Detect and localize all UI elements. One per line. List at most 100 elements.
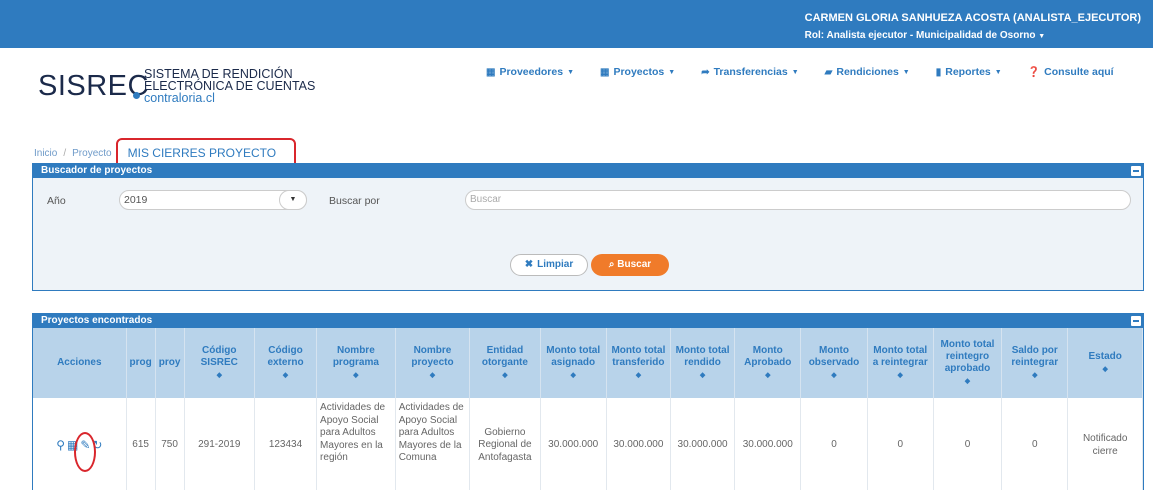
col-header[interactable]: Saldo por reintegrar ◆ (1001, 328, 1069, 398)
search-panel-title: Buscador de proyectos (41, 165, 153, 176)
col-header[interactable]: Entidad otorgante ◆ (469, 328, 541, 398)
cell-entidad: Gobierno Regional de Antofagasta (469, 398, 541, 490)
user-name: CARMEN GLORIA SANHUEZA ACOSTA (ANALISTA_… (804, 12, 1141, 24)
user-role-dropdown[interactable]: Rol: Analista ejecutor - Municipalidad d… (805, 28, 1141, 45)
search-icon[interactable]: ⚲ (56, 439, 65, 452)
nav-label: Proveedores (499, 66, 564, 78)
cell-observado: 0 (800, 398, 868, 490)
sort-icon: ◆ (429, 371, 436, 379)
top-bar: CARMEN GLORIA SANHUEZA ACOSTA (ANALISTA_… (0, 0, 1153, 48)
collapse-icon[interactable] (1131, 166, 1141, 176)
col-header-label: Entidad otorgante (481, 344, 528, 368)
col-header-label: Estado (1088, 350, 1122, 362)
nav-label: Proyectos (613, 66, 665, 78)
col-header-label: prog (129, 357, 152, 368)
col-header-label: Nombre proyecto (411, 344, 454, 368)
col-header[interactable]: Acciones (33, 328, 127, 398)
col-header[interactable]: Monto Aprobado ◆ (734, 328, 802, 398)
col-header-label: Monto total a reintegrar (872, 344, 928, 368)
chevron-down-icon[interactable]: ▼ (279, 190, 307, 210)
col-header-label: Monto total reintegro aprobado (940, 338, 995, 374)
chevron-down-icon: ▼ (994, 68, 1002, 76)
col-header[interactable]: Nombre proyecto ◆ (395, 328, 471, 398)
nav-rendiciones[interactable]: ▰ Rendiciones ▼ (825, 66, 910, 78)
chevron-down-icon: ▼ (791, 68, 799, 76)
sort-icon: ◆ (964, 377, 971, 385)
col-header[interactable]: Nombre programa ◆ (316, 328, 396, 398)
sort-icon: ◆ (1102, 365, 1108, 373)
logo-main-text: SISREC (38, 70, 149, 102)
col-header-label: Monto total asignado (546, 344, 601, 368)
results-table: Acciones prog proy Código SISREC ◆ Código… (33, 328, 1143, 490)
col-header-label: Saldo por reintegrar (1011, 344, 1059, 368)
cell-saldo: 0 (1001, 398, 1069, 490)
close-icon: ✖ (524, 259, 534, 270)
nav-proveedores[interactable]: ▦ Proveedores ▼ (486, 66, 574, 78)
results-panel-header: Proyectos encontrados (33, 314, 1143, 328)
sort-icon: ◆ (282, 371, 289, 379)
sort-icon: ◆ (1032, 371, 1038, 379)
col-header[interactable]: Monto total rendido ◆ (670, 328, 736, 398)
sort-icon: ◆ (831, 371, 837, 379)
col-header[interactable]: prog (126, 328, 156, 398)
col-header[interactable]: Monto total reintegro aprobado ◆ (933, 328, 1003, 398)
breadcrumb-separator: / (63, 148, 67, 159)
col-header[interactable]: Estado ◆ (1067, 328, 1143, 398)
cell-prog: 615 (126, 398, 156, 490)
col-header[interactable]: Monto total a reintegrar ◆ (867, 328, 934, 398)
breadcrumb-home[interactable]: Inicio (34, 148, 57, 159)
col-header-label: proy (158, 357, 181, 368)
cell-rendido: 30.000.000 (670, 398, 736, 490)
calendar-icon: ▦ (486, 66, 496, 78)
chevron-down-icon: ▼ (1038, 33, 1046, 40)
col-header[interactable]: Monto observado ◆ (800, 328, 868, 398)
search-panel-header: Buscador de proyectos (33, 164, 1143, 178)
col-header-label: Monto total rendido (675, 344, 730, 368)
search-button[interactable]: ⌕ Buscar (591, 254, 669, 276)
clear-button-label: Limpiar (537, 259, 574, 270)
cell-nombre-proyecto: Actividades de Apoyo Social para Adultos… (395, 398, 471, 490)
year-label: Año (47, 195, 66, 207)
col-header[interactable]: Monto total transferido ◆ (606, 328, 671, 398)
col-header[interactable]: proy (155, 328, 185, 398)
actions-cell: ⚲ ▦ ✎ ↻ (33, 398, 127, 490)
sort-icon: ◆ (502, 371, 508, 379)
sort-icon: ◆ (570, 371, 576, 379)
nav-label: Rendiciones (836, 66, 899, 78)
col-header-label: Código externo (267, 344, 304, 368)
search-input[interactable]: Buscar (465, 190, 1131, 210)
calendar-icon: ▦ (600, 66, 610, 78)
collapse-icon[interactable] (1131, 316, 1141, 326)
col-header[interactable]: Código externo ◆ (254, 328, 318, 398)
results-panel: Proyectos encontrados Acciones prog proy… (32, 313, 1144, 490)
sort-icon: ◆ (353, 371, 359, 379)
sort-icon: ◆ (897, 371, 903, 379)
cell-codigo-externo: 123434 (254, 398, 318, 490)
nav-proyectos[interactable]: ▦ Proyectos ▼ (600, 66, 675, 78)
logo-subtitle: SISTEMA DE RENDICIÓN ELECTRÓNICA DE CUEN… (144, 68, 315, 105)
search-icon: ⌕ (608, 259, 615, 270)
nav-transferencias[interactable]: ➦ Transferencias ▼ (701, 66, 798, 78)
col-header[interactable]: Monto total asignado ◆ (540, 328, 607, 398)
col-header[interactable]: Código SISREC ◆ (184, 328, 255, 398)
chevron-down-icon: ▼ (902, 68, 910, 76)
col-header-label: Código SISREC (200, 344, 238, 368)
col-header-label: Acciones (57, 357, 102, 368)
nav-consulte-aqui[interactable]: ❓ Consulte aquí (1028, 66, 1114, 78)
breadcrumb-section[interactable]: Proyecto (72, 148, 111, 159)
user-block[interactable]: CARMEN GLORIA SANHUEZA ACOSTA (ANALISTA_… (805, 10, 1141, 45)
results-panel-title: Proyectos encontrados (41, 315, 153, 326)
table-row: ⚲ ▦ ✎ ↻ 615 750 291-2019 123434 Actividades… (33, 398, 1143, 490)
search-panel: Buscador de proyectos Año 2019 ▼ Buscar … (32, 163, 1144, 291)
chevron-down-icon: ▼ (668, 68, 676, 76)
book-icon: ▰ (824, 66, 833, 78)
cell-estado: Notificado cierre (1067, 398, 1143, 490)
cell-aprobado: 30.000.000 (734, 398, 802, 490)
nav-reportes[interactable]: ▮ Reportes ▼ (936, 66, 1002, 78)
nav-label: Reportes (945, 66, 991, 78)
nav-label: Consulte aquí (1044, 66, 1114, 78)
clear-button[interactable]: ✖ Limpiar (510, 254, 588, 276)
sort-icon: ◆ (635, 371, 642, 379)
cell-nombre-programa: Actividades de Apoyo Social para Adultos… (316, 398, 396, 490)
bar-chart-icon: ▮ (935, 66, 942, 78)
